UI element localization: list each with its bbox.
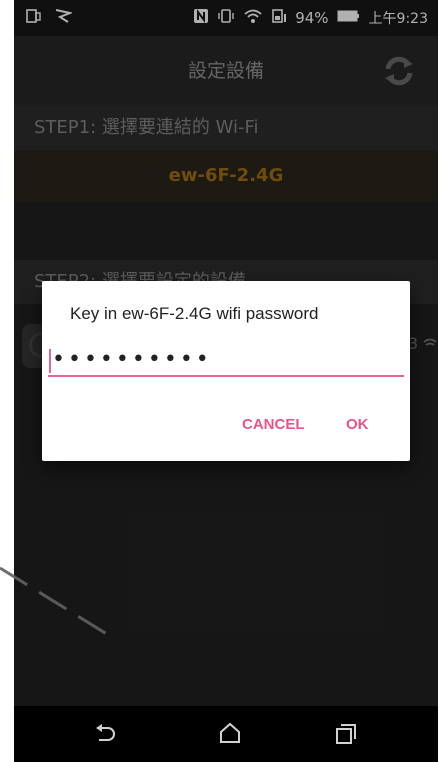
cancel-button[interactable]: CANCEL (242, 411, 305, 439)
dialog-title: Key in ew-6F-2.4G wifi password (70, 304, 319, 323)
text-cursor (49, 349, 51, 373)
ok-button[interactable]: OK (346, 411, 369, 439)
password-input[interactable] (48, 343, 404, 377)
wifi-password-dialog: Key in ew-6F-2.4G wifi password CANCEL O… (42, 281, 410, 461)
